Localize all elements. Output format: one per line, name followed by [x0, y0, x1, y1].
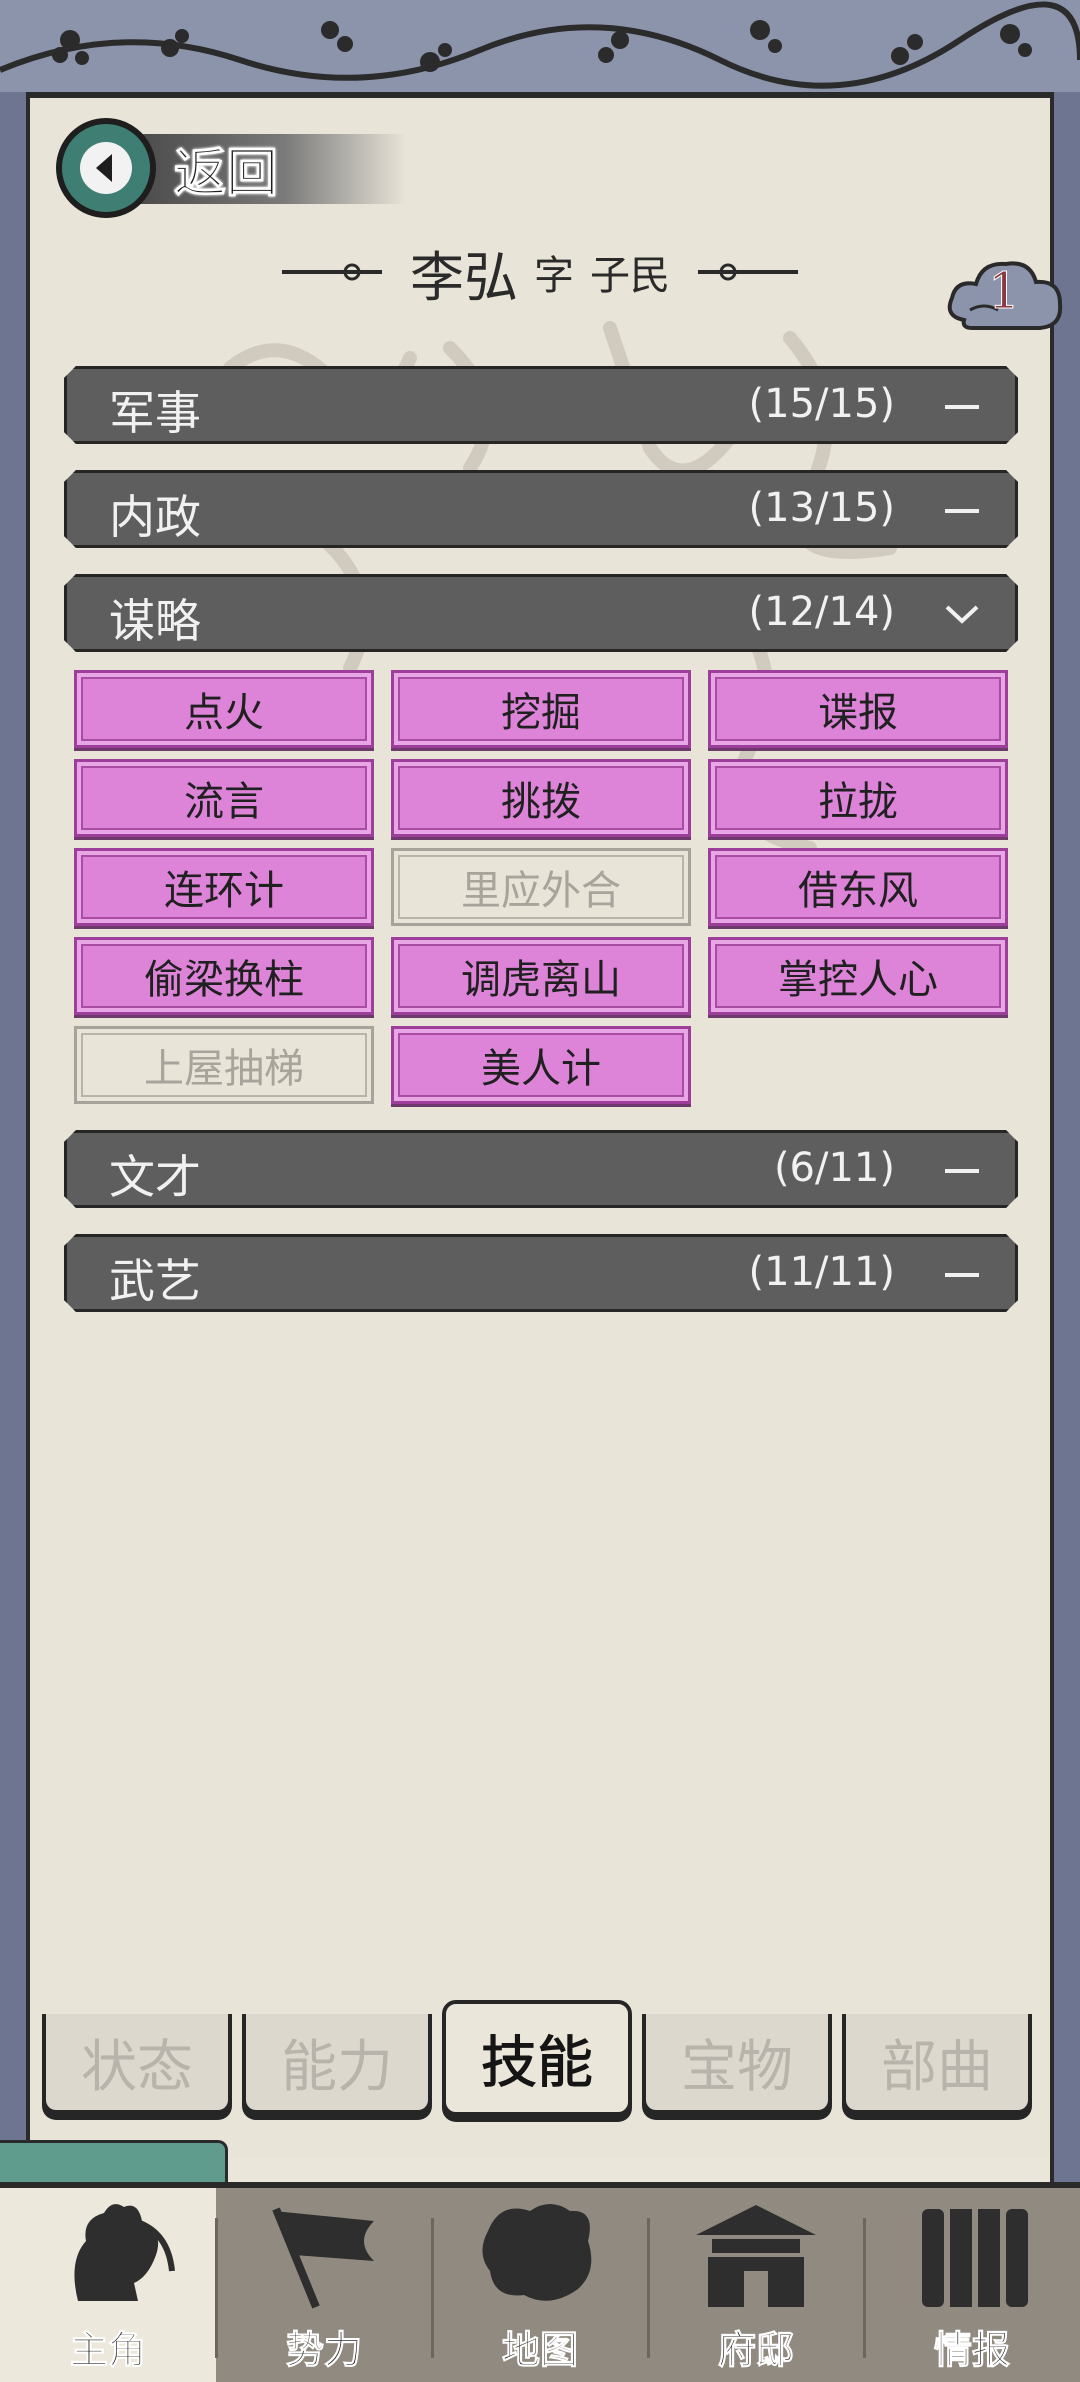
- detail-tab-label: 部曲: [881, 2034, 993, 2100]
- back-button[interactable]: 返回: [56, 118, 406, 218]
- collapse-minus-icon: [943, 1257, 981, 1289]
- detail-tab[interactable]: 能力: [242, 2014, 432, 2114]
- detail-tab-bar: 状态 能力 技能 宝物 部曲: [38, 2000, 1042, 2120]
- cloud-badge-count: 1: [988, 262, 1021, 321]
- nav-item-2[interactable]: 地图: [432, 2188, 648, 2382]
- detail-tab-label: 技能: [481, 2030, 594, 2096]
- category-count: (11/11): [748, 1249, 895, 1295]
- skill-button[interactable]: 谍报: [708, 670, 1008, 748]
- chevron-down-icon: [943, 597, 981, 629]
- back-arrow-icon: [56, 118, 156, 218]
- collapse-minus-icon: [943, 493, 981, 525]
- skill-button[interactable]: 偷梁换柱: [74, 937, 374, 1015]
- map-icon: [470, 2191, 610, 2319]
- nav-label: 府邸: [717, 2328, 794, 2373]
- nav-item-3[interactable]: 府邸: [648, 2188, 864, 2382]
- skill-label: 借东风: [798, 868, 918, 914]
- nav-label: 势力: [285, 2328, 362, 2373]
- category-bar[interactable]: 文才 (6/11): [64, 1130, 1018, 1208]
- skill-label: 流言: [184, 779, 264, 825]
- skill-button[interactable]: 上屋抽梯: [74, 1026, 374, 1104]
- hero-portrait-icon: [38, 2191, 178, 2319]
- mansion-icon: [686, 2191, 826, 2319]
- nav-item-1[interactable]: 势力: [216, 2188, 432, 2382]
- skill-button[interactable]: 流言: [74, 759, 374, 837]
- skill-label: 点火: [184, 690, 264, 736]
- category-bar[interactable]: 内政 (13/15): [64, 470, 1018, 548]
- nav-label: 情报: [933, 2328, 1010, 2373]
- skill-button[interactable]: 借东风: [708, 848, 1008, 926]
- detail-tab-label: 能力: [281, 2034, 393, 2100]
- skill-button[interactable]: 点火: [74, 670, 374, 748]
- detail-tab-label: 状态: [81, 2034, 193, 2100]
- nav-separator: [215, 2218, 218, 2358]
- skill-button[interactable]: 挖掘: [391, 670, 691, 748]
- category-name: 军事: [109, 386, 201, 440]
- nav-separator: [431, 2218, 434, 2358]
- back-label: 返回: [173, 143, 279, 204]
- nav-separator: [863, 2218, 866, 2358]
- cloud-badge[interactable]: 1: [944, 250, 1064, 346]
- skill-button[interactable]: 掌控人心: [708, 937, 1008, 1015]
- detail-tab[interactable]: 状态: [42, 2014, 232, 2114]
- category-name: 武艺: [109, 1254, 201, 1308]
- floral-pattern-icon: [0, 1, 1080, 89]
- skill-label: 里应外合: [461, 868, 621, 914]
- detail-tab[interactable]: 部曲: [842, 2014, 1032, 2114]
- collapse-minus-icon: [943, 1153, 981, 1185]
- category-bar[interactable]: 军事 (15/15): [64, 366, 1018, 444]
- nav-item-0[interactable]: 主角: [0, 2188, 216, 2382]
- skill-button[interactable]: 里应外合: [391, 848, 691, 926]
- right-decorative-border: [1050, 92, 1080, 2182]
- skill-label: 美人计: [481, 1046, 601, 1092]
- category-count: (15/15): [748, 381, 895, 427]
- hero-name: 李弘: [410, 245, 518, 309]
- skill-button[interactable]: 挑拨: [391, 759, 691, 837]
- category-count: (13/15): [748, 485, 895, 531]
- skill-label: 调虎离山: [461, 957, 621, 1003]
- detail-tab-label: 宝物: [681, 2034, 793, 2100]
- skill-label: 谍报: [818, 690, 898, 736]
- hero-title: 李弘 字 子民: [0, 232, 1080, 312]
- skill-label: 掌控人心: [778, 957, 938, 1003]
- bottom-navigation: 主角 势力 地图 府邸 情报: [0, 2182, 1080, 2382]
- skill-label: 连环计: [164, 868, 284, 914]
- category-bar[interactable]: 武艺 (11/11): [64, 1234, 1018, 1312]
- left-decorative-border: [0, 92, 30, 2182]
- skill-label: 偷梁换柱: [144, 957, 304, 1003]
- title-ornament-right-icon: [698, 263, 798, 281]
- skill-label: 挑拨: [501, 779, 581, 825]
- courtesy-name: 子民: [590, 253, 670, 299]
- skill-label: 上屋抽梯: [144, 1046, 304, 1092]
- category-name: 内政: [109, 490, 201, 544]
- category-name: 文才: [109, 1150, 201, 1204]
- skill-label: 拉拢: [818, 779, 898, 825]
- detail-tab[interactable]: 宝物: [642, 2014, 832, 2114]
- skill-button[interactable]: 拉拢: [708, 759, 1008, 837]
- detail-tab[interactable]: 技能: [442, 2000, 632, 2116]
- faction-flag-icon: [254, 2191, 394, 2319]
- scroll-intel-icon: [902, 2191, 1042, 2319]
- skill-button[interactable]: 调虎离山: [391, 937, 691, 1015]
- nav-label: 主角: [69, 2328, 146, 2373]
- courtesy-label: 字: [534, 253, 574, 299]
- skill-button[interactable]: 美人计: [391, 1026, 691, 1104]
- skill-label: 挖掘: [501, 690, 581, 736]
- category-count: (12/14): [748, 589, 895, 635]
- title-ornament-left-icon: [282, 263, 382, 281]
- category-bar[interactable]: 谋略 (12/14): [64, 574, 1018, 652]
- collapse-minus-icon: [943, 389, 981, 421]
- category-name: 谋略: [109, 594, 201, 648]
- skill-button[interactable]: 连环计: [74, 848, 374, 926]
- category-count: (6/11): [773, 1145, 895, 1191]
- top-decorative-banner: [0, 0, 1080, 98]
- nav-item-4[interactable]: 情报: [864, 2188, 1080, 2382]
- nav-separator: [647, 2218, 650, 2358]
- nav-label: 地图: [501, 2328, 578, 2373]
